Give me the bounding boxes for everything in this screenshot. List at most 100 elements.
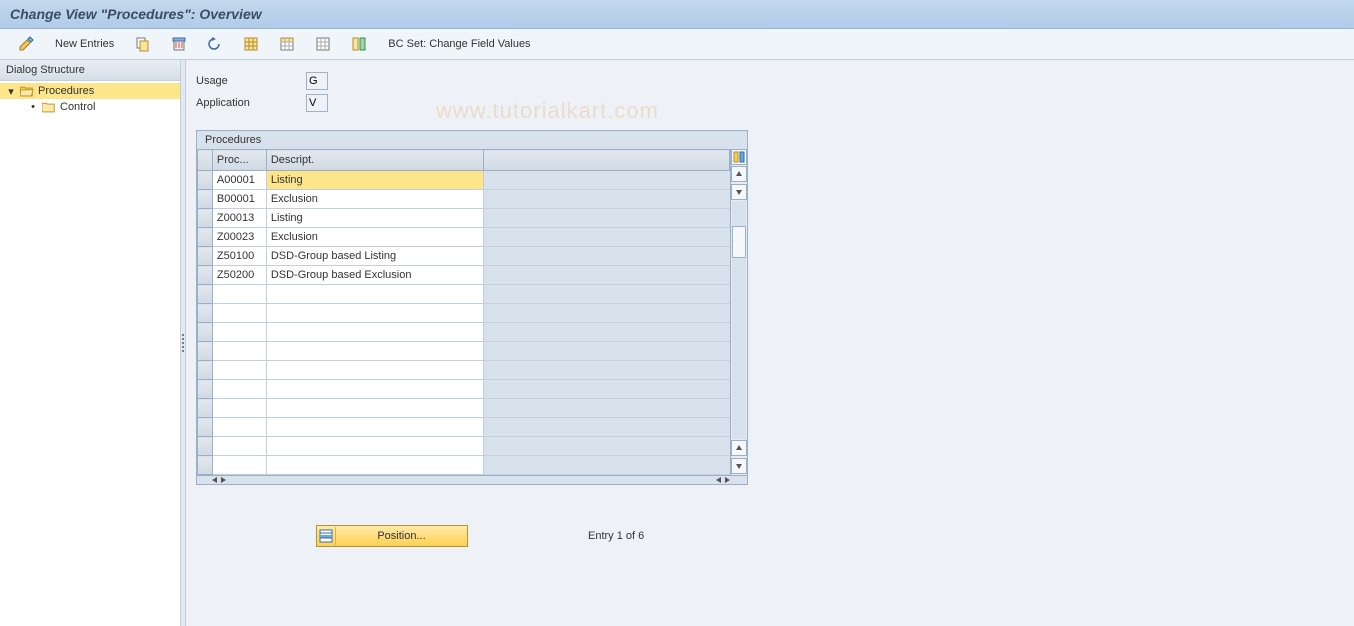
cell-desc-empty[interactable] — [267, 380, 483, 398]
horizontal-scrollbar[interactable] — [197, 475, 747, 484]
cell-desc-empty[interactable] — [267, 399, 483, 417]
cell-desc[interactable]: DSD-Group based Exclusion — [267, 266, 483, 284]
row-selector[interactable] — [198, 228, 213, 247]
config-button[interactable] — [343, 32, 375, 56]
table-row-empty[interactable] — [198, 437, 730, 456]
scroll-left2-icon[interactable] — [715, 476, 723, 484]
scroll-up2-icon[interactable] — [731, 440, 747, 456]
new-entries-label: New Entries — [55, 38, 114, 50]
cell-proc[interactable]: Z00013 — [213, 209, 266, 227]
table-row-empty[interactable] — [198, 399, 730, 418]
select-block-button[interactable] — [271, 32, 303, 56]
col-header-desc[interactable]: Descript. — [266, 150, 483, 171]
row-selector[interactable] — [198, 209, 213, 228]
cell-proc-empty[interactable] — [213, 418, 266, 436]
row-selector[interactable] — [198, 399, 213, 418]
cell-proc-empty[interactable] — [213, 399, 266, 417]
position-label: Position... — [336, 530, 467, 542]
bc-set-button[interactable]: BC Set: Change Field Values — [379, 32, 539, 56]
select-all-button[interactable] — [235, 32, 267, 56]
row-select-header[interactable] — [198, 150, 213, 171]
row-selector[interactable] — [198, 342, 213, 361]
tree-item-procedures[interactable]: ▾ Procedures — [0, 83, 180, 99]
copy-as-button[interactable] — [127, 32, 159, 56]
cell-desc[interactable]: Exclusion — [267, 190, 483, 208]
scroll-thumb[interactable] — [732, 226, 746, 258]
application-input[interactable] — [306, 94, 328, 112]
table-row-empty[interactable] — [198, 456, 730, 475]
vertical-scrollbar[interactable] — [730, 149, 747, 475]
scroll-left-icon[interactable] — [211, 476, 219, 484]
table-row[interactable]: A00001Listing — [198, 171, 730, 190]
tree-item-control[interactable]: • Control — [0, 99, 180, 115]
scroll-down2-icon[interactable] — [731, 458, 747, 474]
cell-desc-empty[interactable] — [267, 437, 483, 455]
cell-proc[interactable]: Z50200 — [213, 266, 266, 284]
cell-proc-empty[interactable] — [213, 285, 266, 303]
cell-desc[interactable]: DSD-Group based Listing — [267, 247, 483, 265]
table-row[interactable]: Z50100DSD-Group based Listing — [198, 247, 730, 266]
table-row-empty[interactable] — [198, 323, 730, 342]
scroll-right-icon[interactable] — [219, 476, 227, 484]
deselect-all-button[interactable] — [307, 32, 339, 56]
row-selector[interactable] — [198, 323, 213, 342]
scroll-up-icon[interactable] — [731, 166, 747, 182]
table-row-empty[interactable] — [198, 304, 730, 323]
delete-button[interactable] — [163, 32, 195, 56]
usage-input[interactable] — [306, 72, 328, 90]
dialog-structure-tree[interactable]: ▾ Procedures • Control — [0, 81, 180, 626]
cell-proc-empty[interactable] — [213, 304, 266, 322]
row-selector[interactable] — [198, 304, 213, 323]
cell-proc[interactable]: B00001 — [213, 190, 266, 208]
cell-desc-empty[interactable] — [267, 304, 483, 322]
table-row[interactable]: B00001Exclusion — [198, 190, 730, 209]
cell-proc[interactable]: Z50100 — [213, 247, 266, 265]
titlebar: Change View "Procedures": Overview — [0, 0, 1354, 29]
cell-desc[interactable]: Exclusion — [267, 228, 483, 246]
row-selector[interactable] — [198, 266, 213, 285]
cell-proc-empty[interactable] — [213, 361, 266, 379]
table-row-empty[interactable] — [198, 380, 730, 399]
cell-proc-empty[interactable] — [213, 323, 266, 341]
tree-collapse-icon[interactable]: ▾ — [6, 85, 16, 98]
table-row[interactable]: Z00013Listing — [198, 209, 730, 228]
scroll-right2-icon[interactable] — [723, 476, 731, 484]
cell-proc-empty[interactable] — [213, 437, 266, 455]
new-entries-button[interactable]: New Entries — [46, 32, 123, 56]
entry-count: Entry 1 of 6 — [588, 530, 644, 542]
cell-desc-empty[interactable] — [267, 342, 483, 360]
cell-desc-empty[interactable] — [267, 418, 483, 436]
table-row[interactable]: Z00023Exclusion — [198, 228, 730, 247]
cell-desc-empty[interactable] — [267, 323, 483, 341]
row-selector[interactable] — [198, 171, 213, 190]
cell-proc-empty[interactable] — [213, 342, 266, 360]
cell-proc-empty[interactable] — [213, 456, 266, 474]
row-selector[interactable] — [198, 456, 213, 475]
table-row-empty[interactable] — [198, 361, 730, 380]
row-selector[interactable] — [198, 418, 213, 437]
row-selector[interactable] — [198, 285, 213, 304]
cell-desc-empty[interactable] — [267, 456, 483, 474]
cell-desc[interactable]: Listing — [267, 209, 483, 227]
cell-proc-empty[interactable] — [213, 380, 266, 398]
row-selector[interactable] — [198, 190, 213, 209]
table-row-empty[interactable] — [198, 342, 730, 361]
table-row-empty[interactable] — [198, 418, 730, 437]
cell-desc-empty[interactable] — [267, 285, 483, 303]
row-selector[interactable] — [198, 380, 213, 399]
cell-desc-empty[interactable] — [267, 361, 483, 379]
table-row[interactable]: Z50200DSD-Group based Exclusion — [198, 266, 730, 285]
row-selector[interactable] — [198, 437, 213, 456]
cell-proc[interactable]: Z00023 — [213, 228, 266, 246]
toggle-display-change-button[interactable] — [10, 32, 42, 56]
cell-desc[interactable]: Listing — [267, 171, 483, 189]
scroll-down-icon[interactable] — [731, 184, 747, 200]
cell-proc[interactable]: A00001 — [213, 171, 266, 189]
table-settings-icon[interactable] — [731, 149, 747, 165]
undo-button[interactable] — [199, 32, 231, 56]
table-row-empty[interactable] — [198, 285, 730, 304]
position-button[interactable]: Position... — [316, 525, 468, 547]
row-selector[interactable] — [198, 361, 213, 380]
row-selector[interactable] — [198, 247, 213, 266]
col-header-proc[interactable]: Proc... — [212, 150, 266, 171]
